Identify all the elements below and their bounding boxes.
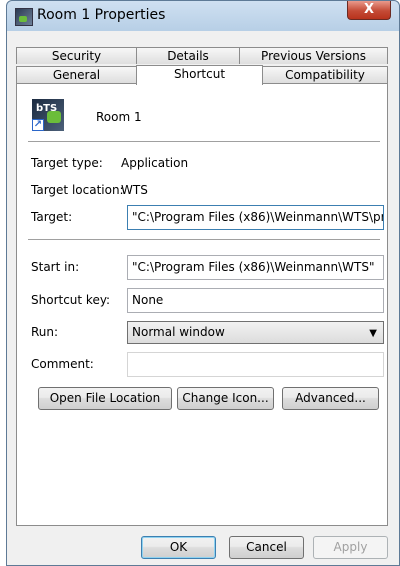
start-in-input[interactable]: "C:\Program Files (x86)\Weinmann\WTS" [127, 255, 384, 280]
tab-security[interactable]: Security [16, 47, 137, 64]
close-button[interactable]: X [347, 1, 391, 20]
run-label: Run: [31, 325, 59, 339]
ok-button[interactable]: OK [141, 536, 216, 559]
run-select[interactable]: Normal window ▼ [127, 321, 384, 344]
properties-window: Room 1 Properties X Security Details Pre… [6, 0, 400, 566]
tab-row-bottom: General Shortcut Compatibility [16, 65, 388, 85]
advanced-button[interactable]: Advanced... [282, 387, 379, 410]
title-bar[interactable]: Room 1 Properties X [7, 1, 399, 31]
target-input[interactable]: "C:\Program Files (x86)\Weinmann\WTS\pri… [127, 205, 384, 230]
comment-label: Comment: [31, 357, 94, 371]
window-title: Room 1 Properties [37, 7, 166, 23]
shortcut-key-input[interactable]: None [127, 288, 384, 313]
shortcut-icon: bTS ↗ [32, 99, 64, 131]
shortcut-name: Room 1 [96, 110, 142, 124]
tab-shortcut[interactable]: Shortcut [136, 65, 263, 85]
tab-compatibility[interactable]: Compatibility [262, 66, 388, 83]
target-type-label: Target type: [31, 156, 103, 170]
shortcut-icon-badge [47, 111, 61, 123]
tab-general[interactable]: General [16, 66, 137, 83]
run-select-value: Normal window [132, 325, 225, 339]
app-icon [15, 8, 33, 26]
separator-bottom [28, 239, 380, 241]
chevron-down-icon: ▼ [369, 328, 377, 339]
start-in-label: Start in: [31, 260, 80, 274]
open-file-location-button[interactable]: Open File Location [38, 387, 172, 410]
tab-details[interactable]: Details [136, 47, 240, 64]
shortcut-arrow-icon: ↗ [32, 119, 44, 131]
tab-previous-versions[interactable]: Previous Versions [239, 47, 388, 64]
target-label: Target: [31, 210, 73, 224]
target-location-label: Target location: [31, 183, 124, 197]
target-location-value: WTS [121, 183, 148, 197]
shortcut-key-label: Shortcut key: [31, 293, 111, 307]
comment-input[interactable] [127, 352, 384, 377]
separator-top [28, 141, 380, 143]
apply-button[interactable]: Apply [313, 536, 388, 559]
target-type-value: Application [121, 156, 189, 170]
cancel-button[interactable]: Cancel [229, 536, 304, 559]
tab-row-top: Security Details Previous Versions [16, 47, 388, 64]
change-icon-button[interactable]: Change Icon... [177, 387, 274, 410]
